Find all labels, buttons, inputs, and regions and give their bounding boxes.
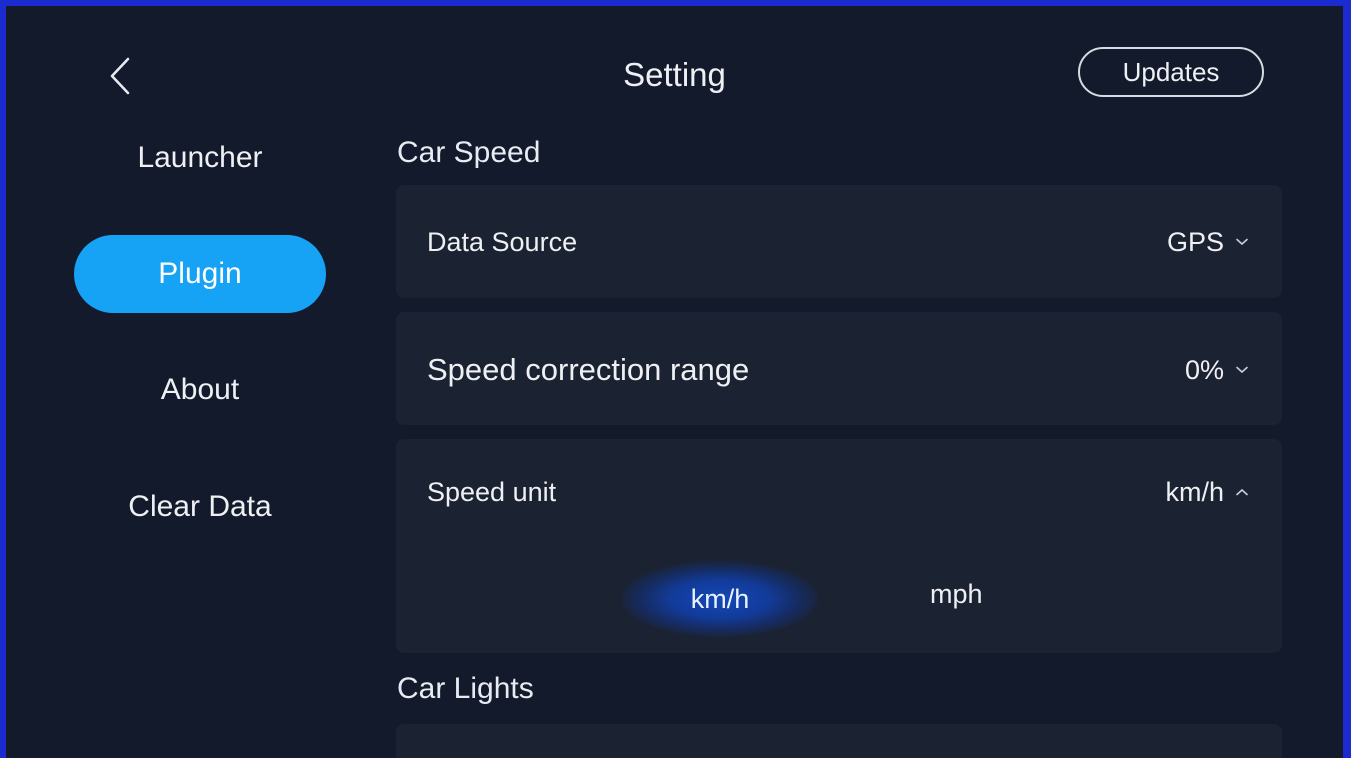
speed-unit-row[interactable]: Speed unit km/h xyxy=(396,439,1282,545)
sidebar-item-clear-data[interactable]: Clear Data xyxy=(74,468,326,546)
data-source-card: Data Source GPS xyxy=(396,185,1282,298)
speed-correction-dropdown[interactable]: 0% xyxy=(1185,355,1248,386)
speed-correction-row[interactable]: Speed correction range 0% xyxy=(396,315,1282,425)
speed-unit-value: km/h xyxy=(1165,476,1224,507)
back-button[interactable] xyxy=(98,54,142,98)
chevron-up-icon xyxy=(1236,488,1248,496)
speed-unit-dropdown[interactable]: km/h xyxy=(1165,477,1248,508)
speed-unit-card: Speed unit km/h km/h mph xyxy=(396,439,1282,653)
sidebar-item-launcher[interactable]: Launcher xyxy=(74,119,326,197)
speed-correction-value: 0% xyxy=(1184,354,1224,385)
data-source-dropdown[interactable]: GPS xyxy=(1167,227,1248,258)
data-source-value: GPS xyxy=(1166,226,1224,257)
settings-screen: Setting Updates Launcher Plugin About Cl… xyxy=(6,6,1343,758)
chevron-down-icon xyxy=(1236,238,1248,246)
speed-unit-label: Speed unit xyxy=(427,476,557,507)
speed-unit-options: km/h mph xyxy=(396,559,1282,639)
unit-option-kmh[interactable]: km/h xyxy=(622,561,818,637)
chevron-down-icon xyxy=(1236,366,1248,374)
speed-correction-label: Speed correction range xyxy=(427,352,750,387)
unit-option-mph[interactable]: mph xyxy=(930,579,983,610)
data-source-label: Data Source xyxy=(427,226,578,257)
updates-button[interactable]: Updates xyxy=(1078,47,1264,97)
data-source-row[interactable]: Data Source GPS xyxy=(396,187,1282,297)
section-title-car-lights: Car Lights xyxy=(397,672,534,705)
chevron-left-icon xyxy=(110,57,130,95)
sidebar-item-plugin[interactable]: Plugin xyxy=(74,235,326,313)
car-lights-card xyxy=(396,724,1282,758)
section-title-car-speed: Car Speed xyxy=(397,136,541,169)
sidebar-item-about[interactable]: About xyxy=(74,351,326,429)
speed-correction-card: Speed correction range 0% xyxy=(396,312,1282,425)
